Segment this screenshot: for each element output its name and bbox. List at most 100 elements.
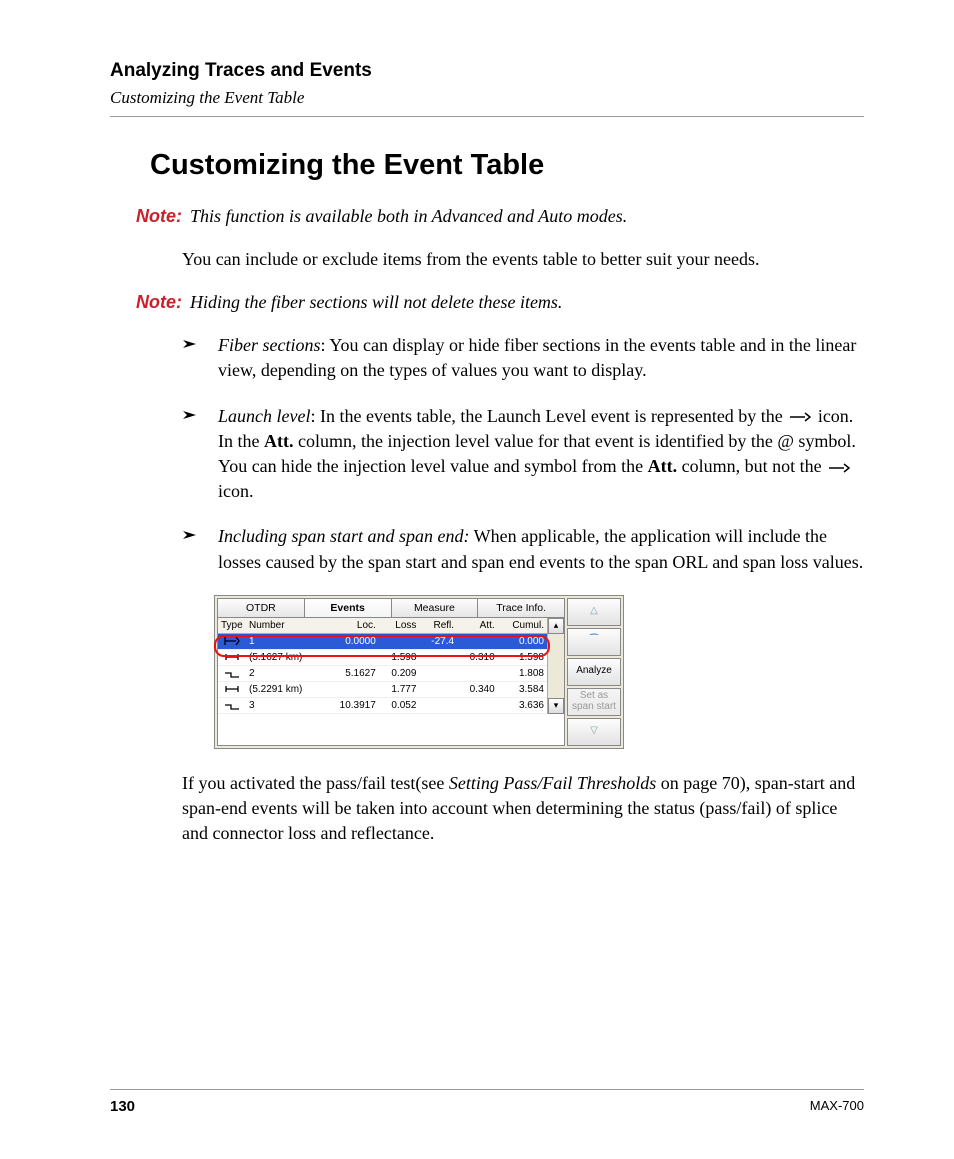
note-text: Hiding the fiber sections will not delet… — [190, 292, 864, 313]
page-number: 130 — [110, 1098, 135, 1115]
att-label: Att. — [264, 431, 294, 451]
note-label: Note: — [110, 206, 190, 227]
header-rule — [110, 116, 864, 117]
cell-cumul: 1.598 — [498, 649, 547, 665]
cell-loss: 0.052 — [379, 697, 420, 713]
cell-loc: 5.1627 — [324, 665, 379, 681]
cell-loc: 0.0000 — [324, 633, 379, 649]
col-att[interactable]: Att. — [457, 618, 498, 634]
bullet-lead: Fiber sections — [218, 335, 320, 355]
cell-att — [457, 665, 498, 681]
arrow-right-icon — [789, 412, 811, 422]
intro-paragraph: You can include or exclude items from th… — [182, 247, 864, 272]
bullet-fiber-sections: Fiber sections: You can display or hide … — [182, 333, 864, 383]
cell-refl — [419, 665, 457, 681]
page-footer: 130 MAX-700 — [110, 1089, 864, 1115]
cell-loss — [379, 633, 420, 649]
chevron-right-icon — [182, 528, 202, 542]
events-table: Type Number Loc. Loss Refl. Att. Cumul. … — [218, 618, 547, 714]
move-down-button[interactable]: ▽ — [567, 718, 621, 746]
table-row[interactable]: 10.0000 -27.4 0.000 — [218, 633, 547, 649]
chevron-right-icon — [182, 337, 202, 351]
cell-att — [457, 697, 498, 713]
event-type-icon — [218, 633, 246, 649]
bullet-text: column, but not the — [677, 456, 826, 476]
cell-refl — [419, 649, 457, 665]
col-type[interactable]: Type — [218, 618, 246, 634]
cell-number: 3 — [246, 697, 324, 713]
events-table-screenshot: OTDR Events Measure Trace Info. Type Num… — [214, 595, 624, 749]
cell-refl — [419, 681, 457, 697]
tab-events[interactable]: Events — [305, 599, 392, 617]
note-label: Note: — [110, 292, 190, 313]
cell-refl — [419, 697, 457, 713]
cell-number: (5.2291 km) — [246, 681, 324, 697]
section-subtitle: Customizing the Event Table — [110, 88, 864, 108]
cell-loss: 1.777 — [379, 681, 420, 697]
bullet-text: You can hide the injection level value a… — [218, 456, 648, 476]
bullet-span-start-end: Including span start and span end: When … — [182, 524, 864, 574]
table-row[interactable]: 25.16270.2091.808 — [218, 665, 547, 681]
bullet-lead: Launch level — [218, 406, 310, 426]
analyze-button[interactable]: Analyze — [567, 658, 621, 686]
event-type-icon — [218, 697, 246, 713]
closing-paragraph: If you activated the pass/fail test(see … — [182, 771, 864, 847]
note-2: Note: Hiding the fiber sections will not… — [110, 292, 864, 313]
cell-cumul: 0.000 — [498, 633, 547, 649]
col-number[interactable]: Number — [246, 618, 324, 634]
set-span-start-button[interactable]: Set as span start — [567, 688, 621, 716]
cell-att: 0.310 — [457, 649, 498, 665]
cell-loss: 0.209 — [379, 665, 420, 681]
tab-trace-info[interactable]: Trace Info. — [478, 599, 564, 617]
att-label: Att. — [648, 456, 678, 476]
page-title: Customizing the Event Table — [150, 149, 864, 182]
para-text: If you activated the pass/fail test(see — [182, 773, 449, 793]
cell-refl: -27.4 — [419, 633, 457, 649]
table-header-row: Type Number Loc. Loss Refl. Att. Cumul. — [218, 618, 547, 634]
tab-otdr[interactable]: OTDR — [218, 599, 305, 617]
cell-cumul: 3.636 — [498, 697, 547, 713]
table-row[interactable]: (5.1627 km)1.5980.3101.598 — [218, 649, 547, 665]
cell-att: 0.340 — [457, 681, 498, 697]
note-text: This function is available both in Advan… — [190, 206, 864, 227]
cross-ref: Setting Pass/Fail Thresholds — [449, 773, 656, 793]
bullet-lead: Including span start and span end: — [218, 526, 470, 546]
col-loss[interactable]: Loss — [379, 618, 420, 634]
event-type-icon — [218, 649, 246, 665]
cell-number: (5.1627 km) — [246, 649, 324, 665]
scroll-up-button[interactable]: ▴ — [548, 618, 564, 634]
tab-measure[interactable]: Measure — [392, 599, 479, 617]
cell-loc — [324, 681, 379, 697]
col-loc[interactable]: Loc. — [324, 618, 379, 634]
event-type-icon — [218, 681, 246, 697]
cell-loc — [324, 649, 379, 665]
cell-number: 1 — [246, 633, 324, 649]
bullet-text: icon. — [218, 481, 254, 501]
event-type-icon — [218, 665, 246, 681]
cell-number: 2 — [246, 665, 324, 681]
cell-loc: 10.3917 — [324, 697, 379, 713]
cell-loss: 1.598 — [379, 649, 420, 665]
bullet-text: : In the events table, the Launch Level … — [310, 406, 787, 426]
side-panel: △ ⁀ Analyze Set as span start ▽ — [565, 598, 621, 746]
scrollbar[interactable]: ▴ ▾ — [547, 618, 564, 714]
col-refl[interactable]: Refl. — [419, 618, 457, 634]
cell-cumul: 3.584 — [498, 681, 547, 697]
cell-att — [457, 633, 498, 649]
col-cumul[interactable]: Cumul. — [498, 618, 547, 634]
arrow-right-icon — [828, 463, 850, 473]
table-row[interactable]: (5.2291 km) 1.777 0.3403.584 — [218, 681, 547, 697]
move-up-button[interactable]: △ — [567, 598, 621, 626]
zoom-button[interactable]: ⁀ — [567, 628, 621, 656]
bullet-list: Fiber sections: You can display or hide … — [182, 333, 864, 575]
bullet-text: column, the injection level value for th… — [293, 431, 855, 451]
table-row[interactable]: 310.39170.052 3.636 — [218, 697, 547, 713]
chapter-title: Analyzing Traces and Events — [110, 60, 864, 82]
note-1: Note: This function is available both in… — [110, 206, 864, 227]
model-label: MAX-700 — [810, 1098, 864, 1115]
chevron-right-icon — [182, 408, 202, 422]
scroll-down-button[interactable]: ▾ — [548, 698, 564, 714]
bullet-launch-level: Launch level: In the events table, the L… — [182, 404, 864, 505]
page-header: Analyzing Traces and Events Customizing … — [110, 60, 864, 117]
tab-bar: OTDR Events Measure Trace Info. — [218, 599, 564, 618]
